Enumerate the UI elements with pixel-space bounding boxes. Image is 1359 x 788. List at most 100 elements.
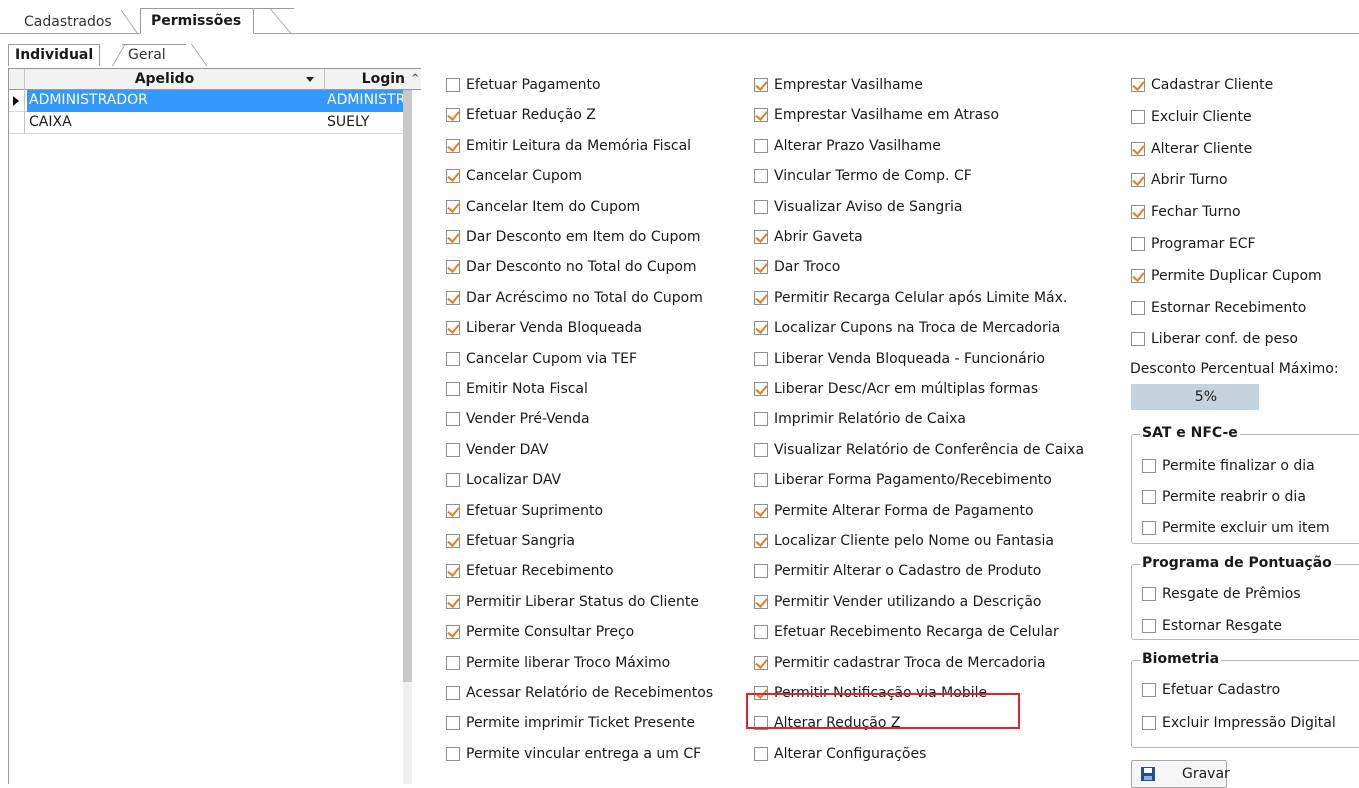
checkbox-box[interactable]	[446, 564, 460, 579]
checkbox-box[interactable]	[754, 473, 768, 488]
checkbox-label[interactable]: Abrir Turno	[1151, 165, 1228, 195]
checkbox-label[interactable]: Programar ECF	[1151, 229, 1256, 259]
checkbox-box[interactable]	[1131, 268, 1145, 283]
checkbox-box[interactable]	[446, 716, 460, 731]
checkbox-box[interactable]	[754, 199, 768, 214]
column-header-apelido[interactable]: Apelido	[25, 69, 325, 90]
tab-permissoes[interactable]: Permissões	[140, 8, 255, 34]
checkbox-label[interactable]: Liberar Forma Pagamento/Recebimento	[774, 465, 1052, 495]
checkbox-label[interactable]: Vincular Termo de Comp. CF	[774, 161, 972, 191]
checkbox-box[interactable]	[1131, 141, 1145, 156]
checkbox-box[interactable]	[754, 321, 768, 336]
checkbox-label[interactable]: Dar Acréscimo no Total do Cupom	[466, 283, 703, 313]
grid-scrollbar-track[interactable]	[403, 682, 412, 784]
checkbox-box[interactable]	[754, 503, 768, 518]
checkbox-label[interactable]: Excluir Impressão Digital	[1162, 708, 1336, 738]
checkbox-box[interactable]	[446, 594, 460, 609]
checkbox-label[interactable]: Permite reabrir o dia	[1162, 482, 1306, 512]
checkbox-label[interactable]: Efetuar Suprimento	[466, 496, 603, 526]
checkbox-box[interactable]	[1142, 619, 1156, 633]
checkbox-box[interactable]	[754, 351, 768, 366]
checkbox-box[interactable]	[446, 382, 460, 396]
checkbox-box[interactable]	[1131, 332, 1145, 347]
checkbox-box[interactable]	[446, 655, 460, 670]
checkbox-box[interactable]	[1131, 109, 1145, 124]
checkbox-label[interactable]: Permite Duplicar Cupom	[1151, 261, 1322, 291]
tab-cadastrados[interactable]: Cadastrados	[14, 10, 122, 36]
checkbox-label[interactable]: Liberar Desc/Acr em múltiplas formas	[774, 374, 1038, 404]
checkbox-box[interactable]	[754, 655, 768, 670]
checkbox-box[interactable]	[754, 260, 768, 275]
cell-apelido[interactable]: CAIXA	[27, 112, 325, 134]
checkbox-box[interactable]	[446, 230, 460, 244]
checkbox-box[interactable]	[1142, 683, 1156, 697]
checkbox-label[interactable]: Permite Alterar Forma de Pagamento	[774, 496, 1034, 526]
sort-up-icon[interactable]: ^	[411, 69, 421, 90]
checkbox-label[interactable]: Emprestar Vasilhame	[774, 70, 923, 100]
checkbox-label[interactable]: Vender DAV	[466, 435, 548, 465]
checkbox-box[interactable]	[1131, 300, 1145, 315]
checkbox-box[interactable]	[1142, 490, 1156, 504]
checkbox-label[interactable]: Liberar Venda Bloqueada - Funcionário	[774, 344, 1045, 374]
checkbox-label[interactable]: Liberar Venda Bloqueada	[466, 313, 642, 343]
checkbox-label[interactable]: Cancelar Item do Cupom	[466, 192, 640, 222]
checkbox-label[interactable]: Permitir Recarga Celular após Limite Máx…	[774, 283, 1067, 313]
checkbox-box[interactable]	[446, 351, 460, 366]
checkbox-label[interactable]: Permitir Alterar o Cadastro de Produto	[774, 556, 1041, 586]
checkbox-box[interactable]	[446, 169, 460, 184]
checkbox-box[interactable]	[446, 290, 460, 305]
cell-login[interactable]: SUELY	[325, 112, 409, 134]
checkbox-label[interactable]: Dar Troco	[774, 252, 840, 282]
checkbox-label[interactable]: Permitir Vender utilizando a Descrição	[774, 587, 1042, 617]
checkbox-label[interactable]: Alterar Prazo Vasilhame	[774, 131, 941, 161]
checkbox-box[interactable]	[754, 169, 768, 184]
checkbox-label[interactable]: Vender Pré-Venda	[466, 404, 590, 434]
checkbox-box[interactable]	[446, 746, 460, 761]
checkbox-box[interactable]	[1142, 459, 1156, 473]
checkbox-box[interactable]	[446, 442, 460, 457]
checkbox-label[interactable]: Efetuar Pagamento	[466, 70, 601, 100]
checkbox-box[interactable]	[754, 230, 768, 244]
checkbox-box[interactable]	[446, 686, 460, 700]
checkbox-box[interactable]	[446, 108, 460, 123]
cell-login[interactable]: ADMINISTR	[325, 90, 409, 112]
checkbox-label[interactable]: Visualizar Aviso de Sangria	[774, 192, 962, 222]
checkbox-box[interactable]	[754, 564, 768, 579]
checkbox-label[interactable]: Efetuar Cadastro	[1162, 675, 1280, 705]
checkbox-label[interactable]: Visualizar Relatório de Conferência de C…	[774, 435, 1084, 465]
checkbox-box[interactable]	[754, 290, 768, 305]
checkbox-box[interactable]	[1131, 78, 1145, 92]
checkbox-box[interactable]	[446, 321, 460, 336]
dropdown-arrow-icon[interactable]	[306, 77, 314, 82]
checkbox-box[interactable]	[1142, 716, 1156, 730]
checkbox-label[interactable]: Localizar DAV	[466, 465, 561, 495]
checkbox-label[interactable]: Localizar Cliente pelo Nome ou Fantasia	[774, 526, 1054, 556]
checkbox-label[interactable]: Dar Desconto em Item do Cupom	[466, 222, 701, 252]
checkbox-label[interactable]: Alterar Cliente	[1151, 134, 1252, 164]
checkbox-box[interactable]	[446, 78, 460, 92]
checkbox-label[interactable]: Cancelar Cupom	[466, 161, 582, 191]
checkbox-box[interactable]	[754, 412, 768, 427]
checkbox-box[interactable]	[446, 473, 460, 488]
checkbox-label[interactable]: Permite imprimir Ticket Presente	[466, 708, 695, 738]
checkbox-label[interactable]: Resgate de Prêmios	[1162, 579, 1301, 609]
checkbox-label[interactable]: Alterar Configurações	[774, 739, 926, 769]
desconto-input[interactable]: 5%	[1131, 384, 1259, 410]
checkbox-box[interactable]	[754, 442, 768, 457]
checkbox-box[interactable]	[754, 138, 768, 153]
checkbox-label[interactable]: Imprimir Relatório de Caixa	[774, 404, 966, 434]
checkbox-box[interactable]	[754, 534, 768, 548]
checkbox-label[interactable]: Cancelar Cupom via TEF	[466, 344, 637, 374]
checkbox-box[interactable]	[446, 625, 460, 640]
checkbox-label[interactable]: Localizar Cupons na Troca de Mercadoria	[774, 313, 1060, 343]
column-header-login[interactable]: Login	[325, 69, 411, 90]
checkbox-box[interactable]	[1142, 587, 1156, 601]
checkbox-label[interactable]: Fechar Turno	[1151, 197, 1241, 227]
checkbox-box[interactable]	[446, 503, 460, 518]
tab-geral[interactable]: Geral	[122, 44, 186, 66]
checkbox-label[interactable]: Emprestar Vasilhame em Atraso	[774, 100, 999, 130]
cell-apelido[interactable]: ADMINISTRADOR	[27, 90, 325, 112]
checkbox-label[interactable]: Excluir Cliente	[1151, 102, 1252, 132]
checkbox-box[interactable]	[754, 746, 768, 761]
checkbox-label[interactable]: Estornar Resgate	[1162, 611, 1282, 641]
